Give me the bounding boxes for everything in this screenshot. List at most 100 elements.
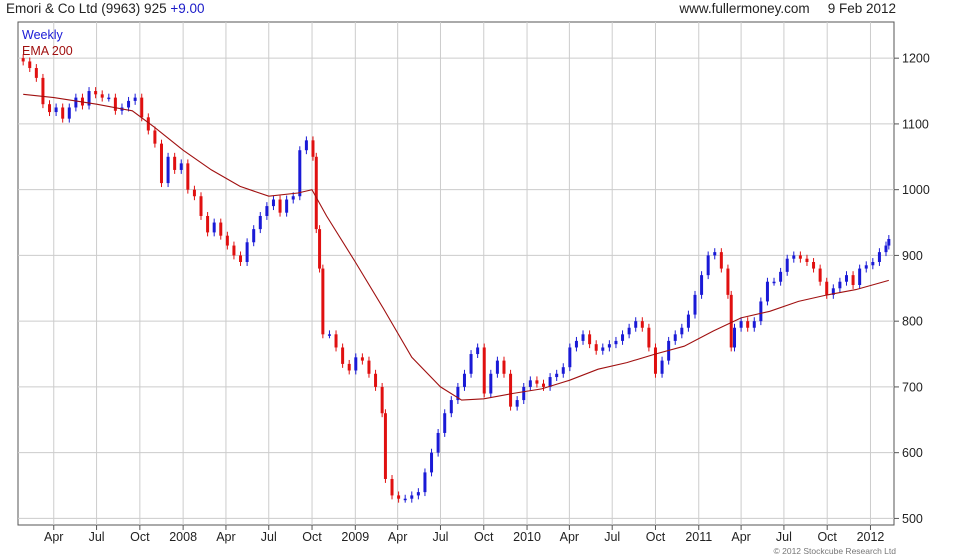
price-bar-body — [621, 334, 625, 341]
price-bar-body — [67, 107, 71, 119]
price-bar-body — [410, 495, 414, 499]
price-bar-body — [495, 360, 499, 374]
price-bar-body — [28, 61, 32, 69]
price-bar-body — [785, 258, 789, 272]
price-bar-body — [673, 334, 677, 341]
price-bar-body — [360, 357, 364, 361]
price-bar-body — [489, 373, 493, 394]
y-tick-label: 600 — [902, 446, 923, 460]
x-tick-label: Apr — [731, 530, 750, 544]
price-bar-body — [647, 327, 651, 348]
price-bar-body — [61, 107, 65, 119]
price-bar-body — [232, 245, 236, 256]
y-tick-label: 800 — [902, 315, 923, 329]
price-bar-body — [680, 327, 684, 335]
price-bar-body — [113, 97, 117, 111]
x-tick-label: Jul — [604, 530, 620, 544]
price-chart: 500 600 700 800 900 1000 1100 1200 Apr Jul Oct 200… — [17, 21, 930, 544]
price-bar-body — [443, 413, 447, 433]
x-tick-label: 2009 — [341, 530, 369, 544]
y-axis: 500 600 700 800 900 1000 1100 1200 — [894, 52, 930, 526]
price-bar-body — [206, 215, 210, 233]
price-bar-body — [291, 196, 295, 200]
price-bar-body — [469, 354, 473, 374]
price-bar-body — [186, 163, 190, 190]
x-tick-label: 2012 — [857, 530, 885, 544]
price-bar-body — [107, 97, 111, 100]
price-bar-body — [864, 265, 868, 269]
y-tick-label: 1200 — [902, 52, 930, 66]
price-bar-body — [133, 97, 137, 101]
price-bar-body — [568, 347, 572, 368]
plot-frame — [17, 21, 895, 526]
price-bar-body — [239, 255, 243, 262]
price-bar-body — [423, 472, 427, 493]
price-bar-body — [449, 400, 453, 414]
price-bar-body — [54, 107, 58, 113]
price-bar-body — [153, 130, 157, 144]
price-bar-body — [321, 268, 325, 335]
price-bar-body — [482, 347, 486, 394]
price-bar-body — [179, 163, 183, 170]
price-bar-body — [607, 344, 611, 348]
price-bar-body — [884, 245, 888, 253]
price-bar-body — [515, 400, 519, 407]
price-bar-body — [265, 206, 269, 216]
x-tick-label: Jul — [776, 530, 792, 544]
x-tick-label: Jul — [89, 530, 105, 544]
price-bar-body — [733, 327, 737, 348]
price-bar-body — [660, 360, 664, 374]
y-tick-label: 500 — [902, 512, 923, 526]
x-tick-label: Apr — [216, 530, 235, 544]
price-bar-body — [74, 97, 78, 108]
price-bar-body — [877, 252, 881, 262]
price-bar-body — [159, 143, 163, 184]
x-tick-label: Oct — [302, 530, 322, 544]
price-bar-body — [278, 199, 282, 213]
price-bar-body — [390, 478, 394, 496]
price-bar-body — [34, 68, 38, 78]
price-bar-body — [574, 340, 578, 348]
price-bar-body — [594, 344, 598, 351]
price-bar-body — [798, 255, 802, 259]
price-bar-body — [94, 91, 98, 95]
price-bar-body — [759, 301, 763, 322]
price-bar-body — [627, 327, 631, 335]
price-bar-body — [374, 373, 378, 387]
x-tick-label: Oct — [817, 530, 837, 544]
price-bar-body — [212, 222, 216, 233]
price-bar-body — [726, 268, 730, 295]
y-tick-label: 700 — [902, 380, 923, 394]
price-bar-body — [166, 156, 170, 184]
price-bar-body — [225, 235, 229, 246]
price-bar-body — [746, 321, 750, 328]
copyright-notice: © 2012 Stockcube Research Ltd — [773, 546, 896, 556]
price-bar-body — [640, 321, 644, 328]
price-bar-body — [311, 140, 315, 157]
price-bar-body — [347, 363, 351, 371]
legend-weekly: Weekly — [22, 28, 64, 42]
price-bar-body — [805, 258, 809, 262]
price-bar-body — [509, 373, 513, 407]
price-bar-body — [858, 268, 862, 286]
price-bar-body — [522, 386, 526, 401]
x-tick-label: Jul — [432, 530, 448, 544]
price-bar-body — [252, 229, 256, 243]
price-bar-body — [825, 281, 829, 295]
price-bar-body — [561, 367, 565, 374]
x-tick-label: Apr — [44, 530, 63, 544]
price-bar-body — [327, 334, 331, 336]
price-bar-body — [127, 100, 131, 108]
price-bar-body — [588, 334, 592, 345]
price-bar-body — [199, 196, 203, 216]
legend-ema-200: EMA 200 — [22, 44, 73, 58]
price-bar-body — [100, 94, 104, 98]
price-bar-body — [298, 150, 302, 197]
price-bar-body — [430, 452, 434, 473]
price-bar-body — [713, 252, 717, 256]
price-bar-body — [535, 380, 539, 384]
y-tick-label: 900 — [902, 249, 923, 263]
price-bar-body — [686, 314, 690, 328]
x-tick-label: Apr — [560, 530, 579, 544]
price-bar-body — [887, 238, 891, 246]
